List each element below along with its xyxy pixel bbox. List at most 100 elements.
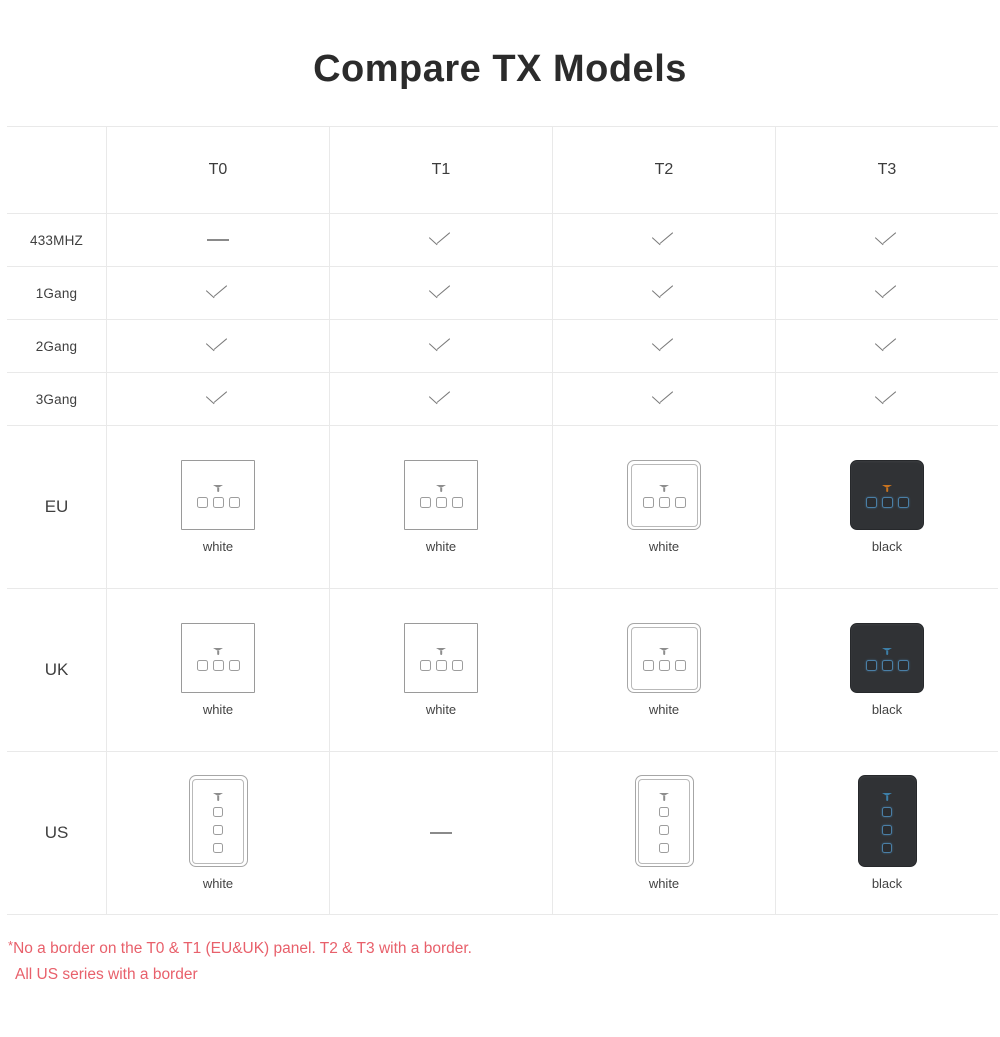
feature-cell (552, 319, 776, 373)
panel-button-group (865, 496, 909, 508)
feature-cell (329, 372, 553, 426)
header-model-t2: T2 (552, 126, 776, 214)
panel-touch-button[interactable] (674, 659, 686, 671)
table-row: EU white white white black (7, 425, 998, 589)
check-icon (205, 390, 231, 404)
feature-cell (329, 213, 553, 267)
panel-touch-button[interactable] (228, 496, 240, 508)
feature-cell (552, 266, 776, 320)
feature-cell (106, 213, 330, 267)
check-icon (428, 231, 454, 245)
panel-touch-button[interactable] (897, 496, 909, 508)
panel-button-group (196, 496, 240, 508)
panel-touch-button[interactable] (659, 843, 669, 853)
check-icon (874, 284, 900, 298)
panel-touch-button[interactable] (658, 659, 670, 671)
panel-face (851, 461, 923, 529)
panel-touch-button[interactable] (882, 843, 892, 853)
panel-figure: white (553, 623, 775, 717)
panel-touch-button[interactable] (212, 496, 224, 508)
panel-touch-button[interactable] (419, 496, 431, 508)
panel-touch-button[interactable] (213, 843, 223, 853)
panel-color-label: black (871, 876, 903, 891)
header-corner-cell (7, 126, 107, 214)
table-row: US white white black (7, 751, 998, 915)
switch-panel-white (404, 623, 478, 693)
panel-touch-button[interactable] (882, 825, 892, 835)
dash-icon (430, 831, 452, 834)
panel-figure: white (553, 775, 775, 891)
feature-cell (106, 319, 330, 373)
switch-panel-white (181, 460, 255, 530)
panel-button-group (196, 659, 240, 671)
panel-button-group (642, 659, 686, 671)
region-row-label: UK (7, 588, 107, 752)
panel-figure: white (107, 623, 329, 717)
panel-touch-button[interactable] (882, 807, 892, 817)
panel-color-label: black (871, 539, 903, 554)
panel-touch-button[interactable] (196, 659, 208, 671)
panel-button-group (419, 659, 463, 671)
feature-cell (106, 372, 330, 426)
panel-face (636, 776, 693, 866)
panel-face (190, 776, 247, 866)
panel-touch-button[interactable] (196, 496, 208, 508)
feature-cell (106, 266, 330, 320)
panel-cell: white (106, 425, 330, 589)
feature-cell (775, 319, 998, 373)
panel-touch-button[interactable] (213, 807, 223, 817)
panel-face (405, 461, 477, 529)
panel-cell (329, 751, 553, 915)
panel-touch-button[interactable] (881, 496, 893, 508)
panel-touch-button[interactable] (435, 659, 447, 671)
panel-touch-button[interactable] (659, 825, 669, 835)
header-model-t3: T3 (775, 126, 998, 214)
switch-panel-white (627, 460, 701, 530)
panel-figure: white (553, 460, 775, 554)
switch-panel-white (188, 775, 248, 867)
panel-cell: white (552, 751, 776, 915)
switch-panel-white (404, 460, 478, 530)
footnote: *No a border on the T0 & T1 (EU&UK) pane… (8, 936, 908, 988)
feature-row-label: 2Gang (7, 319, 107, 373)
panel-touch-button[interactable] (642, 496, 654, 508)
panel-touch-button[interactable] (451, 659, 463, 671)
panel-touch-button[interactable] (435, 496, 447, 508)
footnote-line-1: No a border on the T0 & T1 (EU&UK) panel… (13, 940, 472, 957)
panel-touch-button[interactable] (212, 659, 224, 671)
wifi-icon (882, 793, 893, 802)
panel-touch-button[interactable] (228, 659, 240, 671)
table-row: 1Gang (7, 266, 998, 320)
panel-touch-button[interactable] (865, 496, 877, 508)
table-row: UK white white white black (7, 588, 998, 752)
panel-cell: white (329, 588, 553, 752)
panel-touch-button[interactable] (419, 659, 431, 671)
header-model-t0: T0 (106, 126, 330, 214)
wifi-icon (882, 484, 893, 494)
panel-color-label: white (425, 539, 457, 554)
panel-touch-button[interactable] (658, 496, 670, 508)
panel-touch-button[interactable] (881, 659, 893, 671)
panel-touch-button[interactable] (213, 825, 223, 835)
wifi-icon (213, 647, 224, 657)
panel-touch-button[interactable] (674, 496, 686, 508)
panel-touch-button[interactable] (451, 496, 463, 508)
feature-cell (329, 319, 553, 373)
footnote-line-2: All US series with a border (15, 966, 198, 983)
panel-color-label: white (648, 702, 680, 717)
wifi-icon (659, 484, 670, 494)
page-title: Compare TX Models (313, 48, 687, 90)
check-icon (651, 337, 677, 351)
panel-touch-button[interactable] (642, 659, 654, 671)
panel-figure: black (776, 775, 998, 891)
panel-face (859, 776, 916, 866)
panel-touch-button[interactable] (897, 659, 909, 671)
check-icon (428, 284, 454, 298)
panel-color-label: white (648, 876, 680, 891)
panel-button-group (213, 807, 223, 853)
panel-face (405, 624, 477, 692)
comparison-table: T0 T1 T2 T3 433MHZ 1Gang 2Gang 3Gang EU white… (7, 126, 998, 915)
panel-touch-button[interactable] (659, 807, 669, 817)
panel-touch-button[interactable] (865, 659, 877, 671)
panel-cell: black (775, 751, 998, 915)
